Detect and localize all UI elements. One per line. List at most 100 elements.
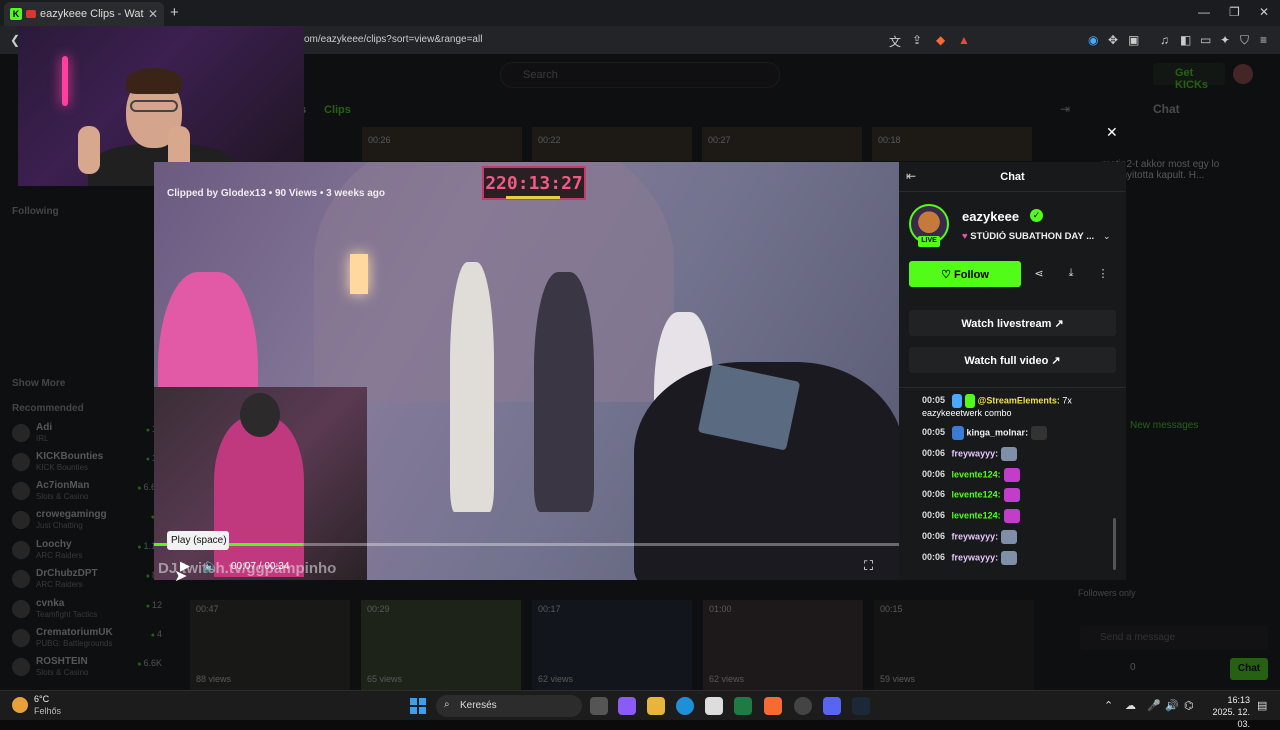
search-input[interactable]: Search <box>500 62 780 88</box>
follow-button[interactable]: ♡ Follow <box>909 261 1021 287</box>
get-kicks-button[interactable]: Get KICKs <box>1153 63 1225 91</box>
chat-scrollbar[interactable] <box>1113 518 1116 570</box>
restore-button[interactable]: ❐ <box>1229 5 1240 19</box>
download-icon[interactable]: ⤓ <box>1058 261 1084 287</box>
clip-tile[interactable]: 00:26 <box>362 127 522 161</box>
vpn-icon[interactable]: ⛉ <box>1240 33 1249 48</box>
sidebar-item[interactable]: ROSHTEINSlots & Casino6.6K <box>12 656 162 682</box>
watch-full-video-button[interactable]: Watch full video ↗ <box>909 347 1116 373</box>
chat-send-button[interactable]: Chat <box>1230 658 1268 680</box>
new-tab-button[interactable]: + <box>170 4 179 21</box>
clip-tile[interactable]: 00:27 <box>702 127 862 161</box>
sidebar-item[interactable]: Ac7ionManSlots & Casino6.6K <box>12 480 162 506</box>
network-icon[interactable]: ⌬ <box>1184 699 1194 712</box>
sidebar-item[interactable]: KICKBountiesKICK Bounties13 <box>12 451 162 477</box>
menu-icon[interactable]: ≡ <box>1260 33 1267 47</box>
clip-info: Clipped by Glodex13 • 90 Views • 3 weeks… <box>167 188 386 199</box>
chat-message: 00:06 freywayyy: <box>922 447 1018 461</box>
sidebar-item[interactable]: crowegaminggJust Chatting5 <box>12 509 162 535</box>
speaker-icon[interactable]: 🔊 <box>1165 699 1179 712</box>
sidebar-item[interactable]: cvnkaTeamfight Tactics12 <box>12 598 162 624</box>
browser-tab[interactable]: K eazykeee Clips - Watch Live o ✕ <box>4 2 164 26</box>
copilot-icon[interactable] <box>618 697 636 715</box>
clip-tile[interactable]: 00:15 59 views <box>874 600 1034 690</box>
clip-tile[interactable]: 00:47 88 views <box>190 600 350 690</box>
brave-shield-icon[interactable]: ◆ <box>936 33 945 47</box>
close-modal-icon[interactable]: ✕ <box>1106 124 1118 141</box>
tab-clips[interactable]: Clips <box>324 104 351 116</box>
new-messages-label[interactable]: New messages <box>1130 420 1198 431</box>
extensions-icon[interactable]: ✥ <box>1108 33 1118 47</box>
wallet-icon[interactable]: ▭ <box>1200 33 1211 47</box>
panel-title: Chat <box>1000 171 1025 183</box>
chevron-down-icon[interactable]: ⌄ <box>1103 231 1111 242</box>
followers-only-label: Followers only <box>1078 588 1136 598</box>
inset-head <box>240 393 280 437</box>
video-person <box>450 262 494 512</box>
stream-title[interactable]: ♥ STÚDIÓ SUBATHON DAY ... <box>962 231 1112 242</box>
counter-underline <box>506 196 560 199</box>
clip-tile[interactable]: 00:17 62 views <box>532 600 692 690</box>
video-time: 00:07 / 00:34 <box>231 561 290 572</box>
more-options-icon[interactable]: ⋮ <box>1090 261 1116 287</box>
file-explorer-icon[interactable] <box>647 697 665 715</box>
clip-tile[interactable]: 01:00 62 views <box>703 600 863 690</box>
sidebar-icon[interactable]: ◧ <box>1180 33 1191 47</box>
store-icon[interactable] <box>705 697 723 715</box>
sidebar-item[interactable]: DrChubzDPTARC Raiders83 <box>12 568 162 594</box>
subathon-counter: 220:13:27 <box>482 166 586 200</box>
tab-title: eazykeee Clips - Watch Live o <box>40 8 144 20</box>
user-avatar[interactable] <box>1233 64 1253 84</box>
edge-icon[interactable] <box>676 697 694 715</box>
excel-icon[interactable] <box>734 697 752 715</box>
clip-tile[interactable]: 00:22 <box>532 127 692 161</box>
send-message-input[interactable]: Send a message <box>1080 626 1268 650</box>
url-field[interactable]: om/eazykeee/clips?sort=view&range=all <box>304 34 482 45</box>
clip-tile[interactable]: 00:29 65 views <box>361 600 521 690</box>
minimize-button[interactable]: — <box>1198 5 1210 19</box>
watch-livestream-button[interactable]: Watch livestream ↗ <box>909 310 1116 336</box>
notifications-icon[interactable]: ▤ <box>1257 699 1267 712</box>
translate-icon[interactable]: 文 <box>889 33 901 50</box>
share-icon[interactable]: ⇪ <box>912 33 922 47</box>
play-tooltip: Play (space) <box>167 531 229 550</box>
streamer-hair <box>126 68 182 94</box>
audio-icon[interactable]: ◉ <box>1088 33 1098 47</box>
collapse-chat-icon[interactable]: ⇥ <box>1060 102 1070 116</box>
close-tab-icon[interactable]: ✕ <box>148 7 158 21</box>
streamer-name[interactable]: eazykeee <box>962 209 1019 224</box>
volume-icon[interactable]: 🔈 <box>203 558 219 574</box>
windows-start-icon[interactable] <box>410 698 426 714</box>
mic-icon[interactable]: 🎤 <box>1147 699 1161 712</box>
mouse-cursor-icon: ➤ <box>174 568 188 585</box>
steam-icon[interactable] <box>852 697 870 715</box>
chat-message: 00:05 @StreamElements: 7x <box>922 394 1072 408</box>
screenshot-icon[interactable]: ▣ <box>1128 33 1139 47</box>
sidebar-item[interactable]: AdiIRL14 <box>12 422 162 448</box>
fullscreen-icon[interactable]: ⛶ <box>864 558 873 574</box>
sidebar-item[interactable]: CrematoriumUKPUBG: Battlegrounds4 <box>12 627 162 653</box>
brave-icon[interactable] <box>764 697 782 715</box>
app-icon[interactable] <box>794 697 812 715</box>
share-icon[interactable]: ⋖ <box>1026 261 1052 287</box>
brave-rewards-icon[interactable]: ▲ <box>958 33 970 47</box>
leo-ai-icon[interactable]: ✦ <box>1220 33 1230 47</box>
chat-message: 00:05 kinga_molnar: <box>922 426 1048 440</box>
show-more-link[interactable]: Show More <box>12 378 65 389</box>
discord-icon[interactable] <box>823 697 841 715</box>
inset-camera <box>154 387 367 580</box>
progress-bar[interactable] <box>154 543 899 546</box>
cloud-icon[interactable]: ☁ <box>1125 699 1136 712</box>
system-clock[interactable]: 16:13 2025. 12. 03. <box>1206 694 1250 730</box>
video-lamp <box>350 254 368 294</box>
tray-chevron-icon[interactable]: ⌃ <box>1104 699 1113 712</box>
verified-icon: ✓ <box>1030 209 1043 222</box>
media-icon[interactable]: ♫ <box>1160 33 1169 47</box>
sidebar-item[interactable]: LoochyARC Raiders1.1K <box>12 539 162 565</box>
close-window-button[interactable]: ✕ <box>1259 5 1269 19</box>
clip-tile[interactable]: 00:18 <box>872 127 1032 161</box>
chat-message: 00:06 levente124: <box>922 468 1020 482</box>
taskbar-search[interactable]: Keresés <box>436 695 582 717</box>
panel-header: ⇤ Chat <box>899 162 1126 192</box>
task-view-icon[interactable] <box>590 697 608 715</box>
